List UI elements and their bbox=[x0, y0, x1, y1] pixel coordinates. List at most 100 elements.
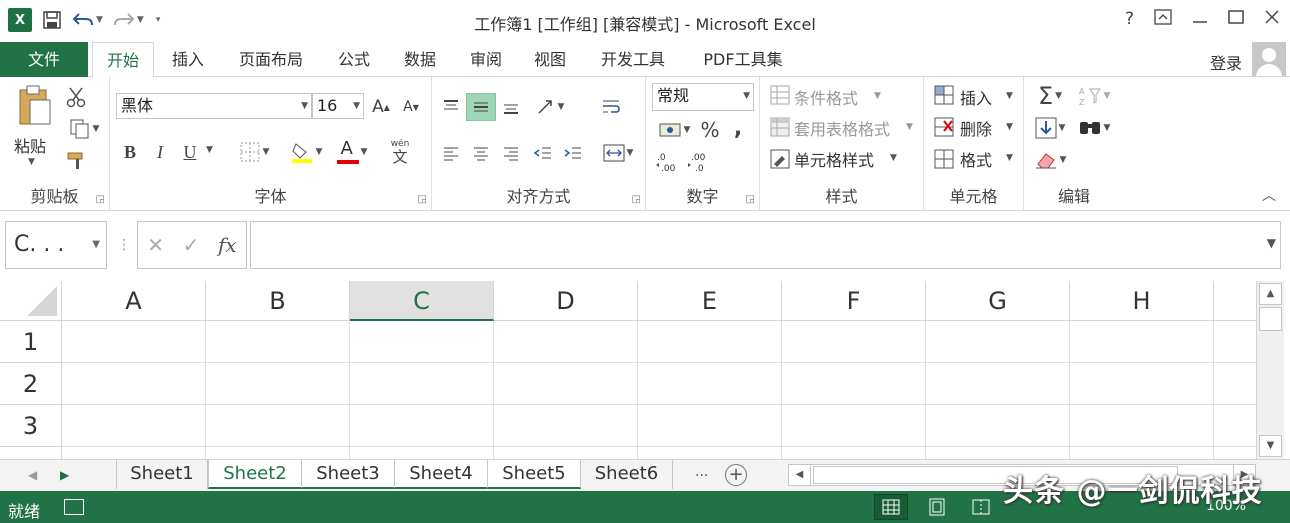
sheet-tab-2[interactable]: Sheet2 bbox=[208, 460, 302, 489]
grid-cell[interactable] bbox=[62, 405, 206, 447]
grid-cell[interactable] bbox=[1070, 405, 1214, 447]
percent-button[interactable]: % bbox=[698, 117, 722, 143]
paste-dropdown-icon[interactable]: ▼ bbox=[28, 157, 35, 167]
grid-cell[interactable] bbox=[1214, 321, 1256, 363]
merge-center-icon[interactable]: ▼ bbox=[596, 139, 640, 167]
name-box[interactable]: C. . . ▼ bbox=[5, 221, 107, 269]
grid-cell[interactable] bbox=[638, 363, 782, 405]
row-header-2[interactable]: 2 bbox=[0, 363, 62, 405]
tab-review[interactable]: 审阅 bbox=[458, 42, 514, 77]
page-break-view-icon[interactable] bbox=[964, 494, 998, 520]
column-header-partial[interactable] bbox=[1214, 281, 1256, 321]
sort-filter-icon[interactable]: A Z ▼ bbox=[1074, 83, 1114, 109]
column-header-g[interactable]: G bbox=[926, 281, 1070, 321]
phonetic-guide-icon[interactable]: wén 文 bbox=[382, 137, 418, 167]
next-sheet-icon[interactable]: ▶ bbox=[60, 468, 69, 482]
copy-icon[interactable]: ▼ bbox=[64, 117, 104, 141]
tab-developer[interactable]: 开发工具 bbox=[588, 42, 678, 77]
underline-dropdown-icon[interactable]: ▼ bbox=[206, 145, 213, 155]
insert-cells-icon[interactable] bbox=[932, 83, 956, 107]
column-header-h[interactable]: H bbox=[1070, 281, 1214, 321]
grid-cell[interactable] bbox=[782, 321, 926, 363]
grid-cell[interactable] bbox=[494, 447, 638, 459]
grid-cell[interactable] bbox=[62, 447, 206, 459]
vertical-scrollbar[interactable]: ▲ ▼ bbox=[1256, 281, 1284, 459]
grid-cell[interactable] bbox=[638, 405, 782, 447]
grid-cell[interactable] bbox=[782, 405, 926, 447]
grid-cell[interactable] bbox=[926, 363, 1070, 405]
sheet-tab-4[interactable]: Sheet4 bbox=[395, 460, 488, 489]
avatar[interactable] bbox=[1252, 42, 1286, 76]
number-format-select[interactable]: 常规 ▼ bbox=[652, 83, 754, 111]
format-cells-button[interactable]: 格式 bbox=[960, 147, 992, 171]
scroll-left-icon[interactable]: ◀ bbox=[789, 465, 811, 485]
insert-function-icon[interactable]: fx bbox=[218, 233, 237, 257]
vertical-scroll-thumb[interactable] bbox=[1259, 307, 1282, 331]
fill-color-icon[interactable]: ▼ bbox=[284, 139, 328, 165]
comma-button[interactable]: , bbox=[726, 115, 750, 141]
collapse-ribbon-icon[interactable]: ︿ bbox=[1262, 185, 1276, 205]
clear-icon[interactable]: ▼ bbox=[1030, 147, 1070, 173]
number-launcher-icon[interactable]: ◲ bbox=[746, 194, 755, 205]
grid-cell[interactable] bbox=[1214, 405, 1256, 447]
font-launcher-icon[interactable]: ◲ bbox=[418, 194, 427, 205]
grid-cell[interactable] bbox=[206, 447, 350, 459]
enter-icon[interactable]: ✓ bbox=[183, 233, 200, 257]
shrink-font-icon[interactable]: A ▼ bbox=[400, 95, 422, 119]
format-cells-icon[interactable] bbox=[932, 147, 956, 171]
minimize-icon[interactable] bbox=[1192, 9, 1208, 30]
format-as-table-icon[interactable] bbox=[768, 115, 792, 139]
cancel-icon[interactable]: ✕ bbox=[147, 233, 164, 257]
sheet-tab-1[interactable]: Sheet1 bbox=[116, 460, 208, 489]
paste-button[interactable]: 粘贴 bbox=[14, 133, 46, 157]
sheet-tab-5[interactable]: Sheet5 bbox=[488, 460, 581, 489]
grid-cell[interactable] bbox=[62, 321, 206, 363]
decrease-decimal-icon[interactable]: .00.0 bbox=[686, 149, 714, 175]
expand-formula-bar-icon[interactable]: ▼ bbox=[1267, 236, 1276, 250]
tab-page-layout[interactable]: 页面布局 bbox=[226, 42, 316, 77]
grid-cell[interactable] bbox=[638, 447, 782, 459]
align-right-icon[interactable] bbox=[496, 139, 526, 167]
italic-button[interactable]: I bbox=[148, 139, 172, 165]
grid-cell[interactable] bbox=[926, 321, 1070, 363]
sheet-tab-3[interactable]: Sheet3 bbox=[302, 460, 395, 489]
tab-pdf-tools[interactable]: PDF工具集 bbox=[688, 42, 798, 77]
column-header-a[interactable]: A bbox=[62, 281, 206, 321]
grid-cell[interactable] bbox=[494, 405, 638, 447]
formula-bar-resize-handle[interactable]: ⋮ bbox=[117, 237, 131, 253]
align-middle-icon[interactable] bbox=[466, 93, 496, 121]
alignment-launcher-icon[interactable]: ◲ bbox=[632, 194, 641, 205]
grid-cell[interactable] bbox=[926, 405, 1070, 447]
conditional-formatting-button[interactable]: 条件格式 bbox=[794, 85, 858, 109]
tab-formulas[interactable]: 公式 bbox=[326, 42, 382, 77]
column-header-f[interactable]: F bbox=[782, 281, 926, 321]
tab-view[interactable]: 视图 bbox=[522, 42, 578, 77]
scroll-up-icon[interactable]: ▲ bbox=[1259, 283, 1282, 305]
grow-font-icon[interactable]: A ▲ bbox=[370, 95, 392, 119]
accounting-format-icon[interactable]: ▼ bbox=[652, 117, 696, 143]
autosum-icon[interactable]: Σ ▼ bbox=[1030, 82, 1070, 110]
format-as-table-button[interactable]: 套用表格格式 bbox=[794, 116, 890, 140]
maximize-icon[interactable] bbox=[1228, 9, 1244, 30]
bold-button[interactable]: B bbox=[118, 139, 142, 165]
scroll-down-icon[interactable]: ▼ bbox=[1259, 435, 1282, 457]
font-size-select[interactable]: 16 ▼ bbox=[312, 93, 364, 119]
align-left-icon[interactable] bbox=[436, 139, 466, 167]
grid-cell[interactable] bbox=[62, 363, 206, 405]
column-header-d[interactable]: D bbox=[494, 281, 638, 321]
grid-cell[interactable] bbox=[494, 363, 638, 405]
formula-input[interactable]: ▼ bbox=[250, 221, 1281, 269]
tab-file[interactable]: 文件 bbox=[0, 42, 88, 77]
page-layout-view-icon[interactable] bbox=[920, 494, 954, 520]
grid-cell[interactable] bbox=[1070, 447, 1214, 459]
grid-cell[interactable] bbox=[1214, 363, 1256, 405]
row-header-4[interactable] bbox=[0, 447, 62, 459]
grid-cell[interactable] bbox=[350, 405, 494, 447]
normal-view-icon[interactable] bbox=[874, 494, 908, 520]
format-painter-icon[interactable] bbox=[64, 149, 90, 173]
orientation-icon[interactable]: ▼ bbox=[530, 93, 570, 121]
paste-icon[interactable] bbox=[12, 83, 56, 129]
sheet-tab-6[interactable]: Sheet6 bbox=[581, 460, 673, 489]
font-color-icon[interactable]: A ▼ bbox=[330, 138, 374, 165]
find-select-icon[interactable]: ▼ bbox=[1074, 115, 1114, 141]
